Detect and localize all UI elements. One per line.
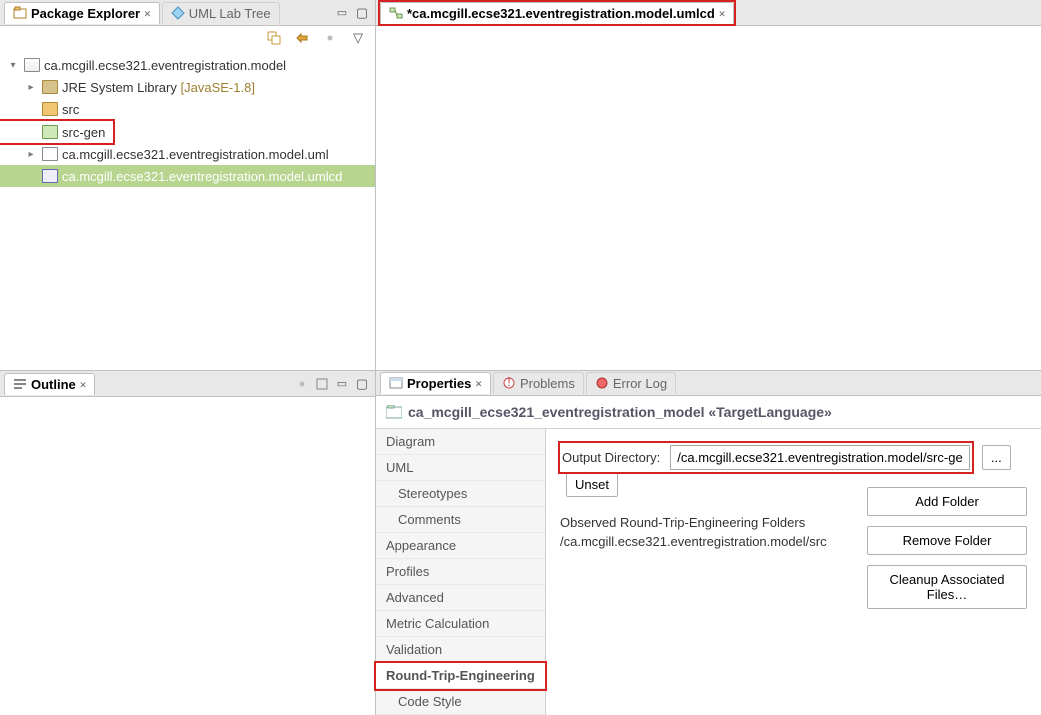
outline-mode-icon[interactable] (313, 375, 331, 393)
outline-tabbar: Outline ✕ ▭ ▢ (0, 371, 375, 397)
uml-file-icon (42, 147, 58, 161)
close-icon[interactable]: ✕ (144, 7, 151, 20)
tree-label: ca.mcgill.ecse321.eventregistration.mode… (62, 169, 342, 184)
close-icon[interactable]: ✕ (719, 7, 726, 20)
tab-problems[interactable]: ! Problems (493, 372, 584, 394)
editor-tab-umlcd[interactable]: *ca.mcgill.ecse321.eventregistration.mod… (380, 2, 734, 24)
minimize-icon[interactable]: ▭ (333, 4, 351, 22)
bottom-tabbar: Properties ✕ ! Problems Error Log (376, 371, 1041, 396)
properties-icon (389, 376, 403, 390)
expand-toggle-icon[interactable]: ▾ (6, 60, 20, 71)
tree-label: ca.mcgill.ecse321.eventregistration.mode… (44, 58, 286, 73)
tab-label: UML Lab Tree (189, 6, 271, 21)
close-icon[interactable]: ✕ (475, 377, 482, 390)
close-icon[interactable]: ✕ (80, 378, 87, 391)
tab-package-explorer[interactable]: Package Explorer ✕ (4, 2, 160, 24)
tab-label: Properties (407, 376, 471, 391)
tab-label: Problems (520, 376, 575, 391)
package-explorer-icon (13, 6, 27, 20)
cat-diagram[interactable]: Diagram (376, 429, 545, 455)
tab-label: Package Explorer (31, 6, 140, 21)
error-log-icon (595, 376, 609, 390)
outline-body (0, 397, 375, 715)
tab-uml-lab-tree[interactable]: UML Lab Tree (162, 2, 280, 24)
tab-error-log[interactable]: Error Log (586, 372, 676, 394)
cat-stereotypes[interactable]: Stereotypes (376, 481, 545, 507)
tree-src-gen[interactable]: src-gen (0, 121, 113, 143)
uml-tree-icon (171, 6, 185, 20)
tab-properties[interactable]: Properties ✕ (380, 372, 491, 394)
tree-uml-file[interactable]: ▸ ca.mcgill.ecse321.eventregistration.mo… (0, 143, 375, 165)
tree-label: JRE System Library [JavaSE-1.8] (62, 80, 255, 95)
tree-label: ca.mcgill.ecse321.eventregistration.mode… (62, 147, 329, 162)
umlcd-file-icon (42, 169, 58, 183)
cat-code-style[interactable]: Code Style (376, 689, 545, 715)
project-icon (24, 58, 40, 72)
cat-validation[interactable]: Validation (376, 637, 545, 663)
maximize-icon[interactable]: ▢ (353, 375, 371, 393)
left-tabbar: Package Explorer ✕ UML Lab Tree ▭ ▢ (0, 0, 375, 26)
properties-form: Output Directory: ... Unset Observed Rou… (546, 429, 1041, 715)
diagram-file-icon (389, 6, 403, 20)
tab-label: *ca.mcgill.ecse321.eventregistration.mod… (407, 6, 715, 21)
cat-metric[interactable]: Metric Calculation (376, 611, 545, 637)
tree-project-root[interactable]: ▾ ca.mcgill.ecse321.eventregistration.mo… (0, 54, 375, 76)
properties-title: ca_mcgill_ecse321_eventregistration_mode… (408, 404, 832, 420)
cat-comments[interactable]: Comments (376, 507, 545, 533)
cat-uml[interactable]: UML (376, 455, 545, 481)
editor-canvas[interactable] (376, 26, 1041, 370)
tree-jre[interactable]: ▸ JRE System Library [JavaSE-1.8] (0, 76, 375, 98)
cat-appearance[interactable]: Appearance (376, 533, 545, 559)
remove-folder-button[interactable]: Remove Folder (867, 526, 1027, 555)
tab-label: Error Log (613, 376, 667, 391)
folder-icon (42, 125, 58, 139)
cat-rte[interactable]: Round-Trip-Engineering (376, 663, 545, 689)
expand-toggle-icon[interactable]: ▸ (24, 82, 38, 93)
properties-header: ca_mcgill_ecse321_eventregistration_mode… (376, 396, 1041, 428)
library-icon (42, 80, 58, 94)
unset-button[interactable]: Unset (566, 472, 618, 497)
cleanup-button[interactable]: Cleanup Associated Files… (867, 565, 1027, 609)
tab-outline[interactable]: Outline ✕ (4, 373, 95, 395)
browse-button[interactable]: ... (982, 445, 1011, 470)
output-dir-input[interactable] (670, 445, 970, 470)
link-editor-icon[interactable] (293, 29, 311, 47)
editor-tabbar: *ca.mcgill.ecse321.eventregistration.mod… (376, 0, 1041, 26)
view-menu-icon[interactable]: ▽ (349, 29, 367, 47)
svg-text:!: ! (507, 376, 511, 389)
outline-icon (13, 377, 27, 391)
package-explorer-toolbar: ▽ (0, 26, 375, 50)
add-folder-button[interactable]: Add Folder (867, 487, 1027, 516)
tree-src[interactable]: src (0, 98, 375, 120)
output-dir-label: Output Directory: (562, 450, 660, 465)
tree-label: src-gen (62, 125, 105, 140)
focus-icon[interactable] (293, 375, 311, 393)
maximize-icon[interactable]: ▢ (353, 4, 371, 22)
model-icon (386, 405, 402, 419)
tree-label: src (62, 102, 79, 117)
expand-toggle-icon[interactable]: ▸ (24, 149, 38, 160)
minimize-icon[interactable]: ▭ (333, 375, 351, 393)
tab-label: Outline (31, 377, 76, 392)
focus-icon[interactable] (321, 29, 339, 47)
properties-categories: Diagram UML Stereotypes Comments Appeara… (376, 429, 546, 715)
source-folder-icon (42, 102, 58, 116)
collapse-all-icon[interactable] (265, 29, 283, 47)
cat-advanced[interactable]: Advanced (376, 585, 545, 611)
cat-profiles[interactable]: Profiles (376, 559, 545, 585)
package-explorer-tree: ▾ ca.mcgill.ecse321.eventregistration.mo… (0, 50, 375, 370)
tree-umlcd-file[interactable]: ca.mcgill.ecse321.eventregistration.mode… (0, 165, 375, 187)
problems-icon: ! (502, 376, 516, 390)
